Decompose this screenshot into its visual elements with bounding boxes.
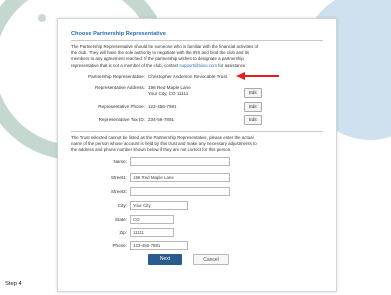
- name-input[interactable]: [130, 157, 230, 166]
- cancel-button[interactable]: Cancel: [193, 254, 229, 265]
- name-label: Name:: [113, 159, 127, 164]
- address-label: Representative Address:: [94, 85, 145, 90]
- phone-value: 122-456-7891: [148, 104, 177, 109]
- street1-label: Street1:: [110, 175, 127, 180]
- taxid-value: 234-56-7891: [148, 117, 175, 122]
- street1-input[interactable]: 196 Red Maple Lane: [130, 173, 230, 182]
- street2-label: Street2:: [110, 189, 127, 194]
- edit-address-button[interactable]: Edit: [244, 88, 262, 98]
- decorative-dot: [38, 14, 46, 22]
- taxid-label: Representative Tax ID:: [98, 117, 145, 122]
- notice-text: The Trust selected cannot be listed as t…: [71, 135, 257, 153]
- support-email-link[interactable]: support@bivio.com: [179, 63, 217, 68]
- title-divider: [71, 40, 323, 41]
- edit-taxid-button[interactable]: Edit: [244, 115, 262, 125]
- red-arrow-icon: [236, 72, 279, 80]
- intro-text: The Partnership Representative should be…: [71, 44, 259, 68]
- zip-input[interactable]: 11111: [130, 228, 174, 237]
- phone-field-label: Phone:: [112, 243, 127, 248]
- edit-phone-button[interactable]: Edit: [244, 102, 262, 112]
- address-line1: 196 Red Maple Lane: [148, 85, 191, 90]
- zip-label: Zip:: [119, 230, 127, 235]
- street2-input[interactable]: [130, 187, 230, 196]
- next-button[interactable]: Next: [148, 254, 182, 265]
- address-line2: Your City, CO 11111: [148, 91, 189, 96]
- form-title: Choose Partnership Representative: [71, 31, 166, 37]
- slide: Choose Partnership Representative The Pa…: [0, 0, 391, 295]
- city-input[interactable]: Your City: [130, 201, 188, 210]
- form-panel: Choose Partnership Representative The Pa…: [57, 18, 337, 292]
- step-label: Step 4: [5, 281, 22, 287]
- rep-label: Partnership Representative:: [88, 74, 145, 79]
- phone-label: Representative Phone:: [98, 104, 145, 109]
- state-label: State:: [114, 217, 127, 222]
- state-input[interactable]: CO: [130, 215, 174, 224]
- phone-input[interactable]: 123-456-7891: [130, 241, 188, 250]
- city-label: City:: [117, 203, 127, 208]
- section-divider: [71, 131, 323, 132]
- rep-value: Christopher Anderson Revocable Trust: [148, 74, 227, 79]
